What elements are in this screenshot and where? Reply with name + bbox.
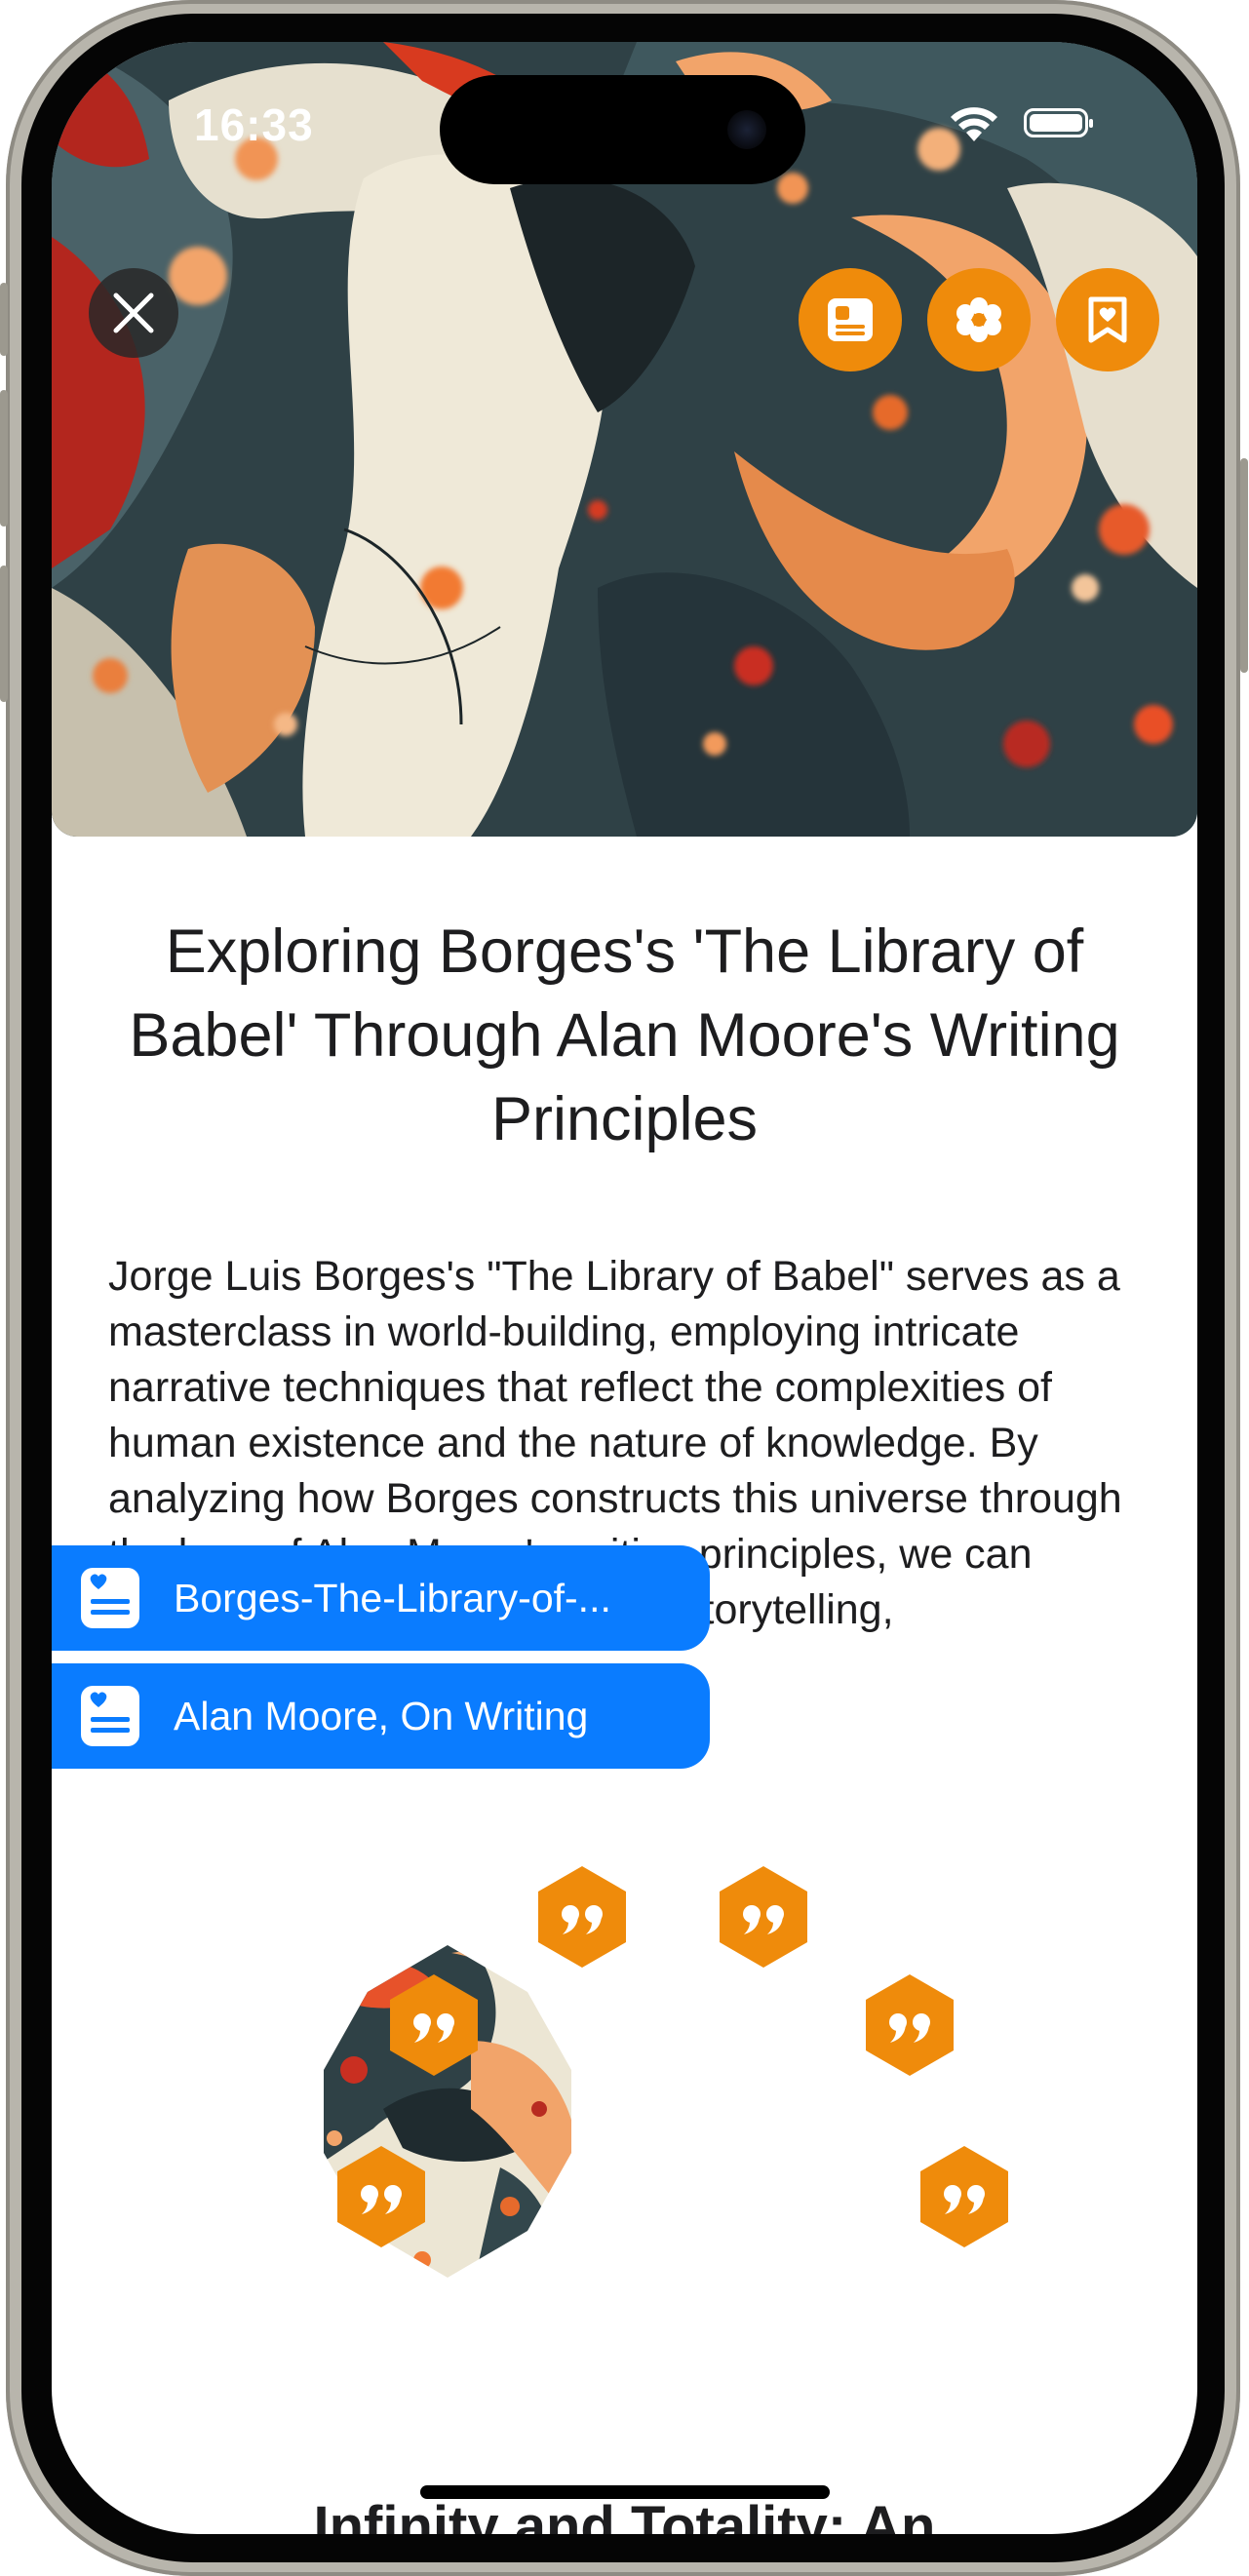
flower-button[interactable] — [927, 268, 1031, 371]
source-chip-label: Alan Moore, On Writing — [174, 1693, 589, 1738]
volume-down-button — [0, 566, 8, 702]
quote-hex-6 — [920, 2146, 1008, 2247]
quote-hex-1 — [538, 1866, 626, 1968]
dynamic-island — [440, 75, 805, 184]
quote-hex-cluster — [324, 1866, 1008, 2278]
bookmark-button[interactable] — [1056, 268, 1159, 371]
source-chip-alan-moore[interactable]: Alan Moore, On Writing — [52, 1663, 710, 1769]
status-time: 16:33 — [194, 99, 314, 150]
note-heart-icon — [81, 1568, 139, 1628]
close-icon — [113, 293, 154, 333]
next-section-heading: Infinity and Totality: An — [313, 2495, 936, 2534]
camera-icon — [727, 110, 766, 149]
action-button — [0, 283, 8, 356]
note-heart-icon — [81, 1686, 139, 1746]
card-button[interactable] — [799, 268, 902, 371]
bookmark-heart-icon — [1088, 296, 1127, 343]
source-chip-label: Borges-The-Library-of-... — [174, 1575, 611, 1620]
screen: 16:33 Exploring Borges's 'The Library of… — [52, 42, 1197, 2534]
close-button[interactable] — [89, 268, 178, 358]
wifi-icon — [951, 107, 997, 141]
flower-icon — [956, 297, 1001, 342]
source-chip-borges[interactable]: Borges-The-Library-of-... — [52, 1545, 710, 1651]
battery-icon — [1024, 108, 1093, 137]
home-indicator[interactable] — [420, 2485, 830, 2499]
power-button — [1240, 458, 1248, 673]
volume-up-button — [0, 390, 8, 527]
article-title: Exploring Borges's 'The Library of Babel… — [129, 917, 1120, 1153]
quote-hex-4 — [866, 1974, 954, 2076]
quote-hex-2 — [720, 1866, 807, 1968]
card-icon — [828, 298, 873, 341]
